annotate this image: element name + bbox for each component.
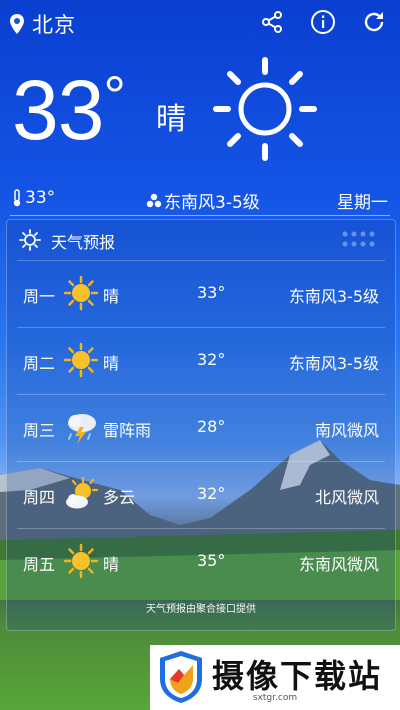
watermark-banner: 摄像下载站 sxtgr.com bbox=[150, 645, 400, 710]
forecast-condition: 晴 bbox=[103, 287, 120, 306]
forecast-title: 天气预报 bbox=[51, 233, 116, 252]
thermometer-icon bbox=[13, 189, 21, 207]
forecast-temp: 32° bbox=[197, 484, 226, 503]
current-condition: 晴 bbox=[156, 102, 186, 137]
forecast-row[interactable]: 周一 晴 33° 东南风3-5级 bbox=[17, 260, 385, 327]
forecast-row[interactable]: 周二 晴 32° 东南风3-5级 bbox=[17, 327, 385, 394]
forecast-wind: 北风微风 bbox=[314, 488, 379, 507]
refresh-icon[interactable] bbox=[361, 9, 387, 35]
forecast-wind: 东南风3-5级 bbox=[288, 287, 379, 306]
thunder-rain-icon bbox=[68, 414, 96, 444]
forecast-condition: 晴 bbox=[103, 354, 120, 373]
forecast-condition: 多云 bbox=[103, 488, 136, 507]
forecast-row[interactable]: 周三 雷阵雨 28° 南风微风 bbox=[17, 394, 385, 461]
forecast-temp: 33° bbox=[197, 283, 226, 302]
feels-temp: 33° bbox=[12, 188, 55, 208]
forecast-wind: 东南风微风 bbox=[298, 555, 379, 574]
forecast-header: 天气预报 bbox=[7, 220, 395, 260]
dots-grid-icon bbox=[342, 231, 375, 247]
forecast-condition: 晴 bbox=[103, 555, 120, 574]
sun-small-icon bbox=[19, 229, 41, 251]
top-bar: 北京 bbox=[0, 0, 400, 44]
forecast-day: 周三 bbox=[23, 421, 56, 440]
weekday-label: 星期一 bbox=[337, 193, 388, 213]
forecast-condition: 雷阵雨 bbox=[103, 421, 152, 440]
wind-fan-icon bbox=[146, 193, 162, 207]
forecast-temp: 32° bbox=[197, 350, 226, 369]
sun-outline-icon bbox=[213, 57, 317, 161]
current-stats: 33° 东南风3-5级 星期一 bbox=[0, 182, 400, 216]
data-source-note: 天气预报由聚合接口提供 bbox=[146, 604, 256, 615]
forecast-day: 周五 bbox=[23, 555, 56, 574]
forecast-wind: 南风微风 bbox=[314, 421, 379, 440]
watermark-name: 摄像下载站 bbox=[212, 657, 383, 695]
forecast-day: 周二 bbox=[23, 354, 56, 373]
divider bbox=[10, 215, 390, 216]
sun-icon bbox=[63, 342, 99, 378]
forecast-day: 周四 bbox=[23, 488, 56, 507]
watermark-url: sxtgr.com bbox=[252, 693, 298, 703]
forecast-wind: 东南风3-5级 bbox=[288, 354, 379, 373]
forecast-row[interactable]: 周四 多云 32° 北风微风 bbox=[17, 461, 385, 528]
share-icon[interactable] bbox=[259, 9, 285, 35]
forecast-row[interactable]: 周五 晴 35° 东南风微风 bbox=[17, 528, 385, 595]
location-pin-icon bbox=[10, 14, 24, 34]
info-icon[interactable] bbox=[310, 9, 336, 35]
wind-info: 东南风3-5级 bbox=[146, 188, 260, 213]
forecast-temp: 28° bbox=[197, 417, 226, 436]
forecast-list: 周一 晴 33° 东南风3-5级 周二 晴 32° 东南风3-5级 周三 雷阵雨… bbox=[7, 260, 395, 595]
forecast-day: 周一 bbox=[23, 287, 56, 306]
forecast-temp: 35° bbox=[197, 551, 226, 570]
sun-icon bbox=[63, 543, 99, 579]
partly-cloudy-icon bbox=[66, 476, 99, 509]
forecast-panel: 天气预报 周一 晴 33° 东南风3-5级 周二 晴 32° 东南风3-5级 周… bbox=[6, 219, 396, 631]
city-name: 北京 bbox=[32, 13, 76, 37]
location-selector[interactable]: 北京 bbox=[10, 9, 76, 39]
sun-icon bbox=[63, 275, 99, 311]
current-temperature: 33° bbox=[12, 63, 126, 157]
